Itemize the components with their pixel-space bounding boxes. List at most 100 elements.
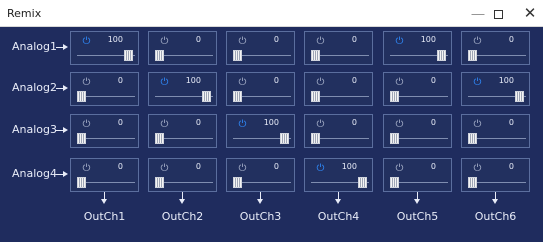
gain-cell: ⏻ 0 [70, 72, 139, 106]
gain-value: 0 [195, 35, 201, 44]
gain-value: 100 [185, 76, 201, 85]
gain-value: 0 [117, 76, 123, 85]
gain-cell: ⏻ 0 [226, 72, 295, 106]
slider-handle[interactable] [233, 91, 242, 102]
power-icon[interactable]: ⏻ [315, 77, 326, 88]
window-title: Remix [7, 7, 42, 20]
power-icon[interactable]: ⏻ [159, 77, 170, 88]
power-icon[interactable]: ⏻ [315, 163, 326, 174]
power-icon[interactable]: ⏻ [315, 36, 326, 47]
power-icon[interactable]: ⏻ [315, 119, 326, 130]
gain-cell: ⏻ 0 [148, 114, 217, 148]
slider-handle[interactable] [311, 133, 320, 144]
power-icon[interactable]: ⏻ [472, 36, 483, 47]
gain-value: 0 [430, 118, 436, 127]
down-arrow-icon [179, 192, 187, 204]
power-icon[interactable]: ⏻ [81, 119, 92, 130]
slider-handle[interactable] [311, 50, 320, 61]
slider-handle[interactable] [390, 133, 399, 144]
power-icon[interactable]: ⏻ [394, 119, 405, 130]
slider-handle[interactable] [358, 177, 367, 188]
right-arrow-icon [56, 170, 68, 180]
slider-handle[interactable] [280, 133, 289, 144]
slider-handle[interactable] [468, 177, 477, 188]
gain-cell: ⏻ 0 [304, 114, 373, 148]
gain-value: 0 [430, 162, 436, 171]
gain-value: 100 [420, 35, 436, 44]
power-icon[interactable]: ⏻ [472, 119, 483, 130]
power-icon[interactable]: ⏻ [394, 36, 405, 47]
remix-matrix: Analog1 ⏻ 100 ⏻ 0 ⏻ 0 ⏻ 0 ⏻ 100 ⏻ 0 Analog2 ⏻ 0 ⏻ 100 ⏻ 0 ⏻ 0… [3, 27, 540, 239]
gain-cell: ⏻ 0 [148, 158, 217, 192]
slider-handle[interactable] [390, 177, 399, 188]
gain-cell: ⏻ 0 [304, 31, 373, 65]
power-icon[interactable]: ⏻ [237, 77, 248, 88]
gain-cell: ⏻ 0 [70, 114, 139, 148]
power-icon[interactable]: ⏻ [81, 77, 92, 88]
gain-value: 0 [351, 118, 357, 127]
output-channel-label: OutCh1 [83, 210, 126, 223]
row-label-4: Analog4 [12, 167, 58, 180]
output-channel-label: OutCh5 [396, 210, 439, 223]
gain-cell: ⏻ 100 [148, 72, 217, 106]
slider-handle[interactable] [155, 133, 164, 144]
power-icon[interactable]: ⏻ [81, 36, 92, 47]
power-icon[interactable]: ⏻ [237, 36, 248, 47]
down-arrow-icon [414, 192, 422, 204]
slider-handle[interactable] [233, 177, 242, 188]
power-icon[interactable]: ⏻ [472, 77, 483, 88]
power-icon[interactable]: ⏻ [394, 77, 405, 88]
gain-cell: ⏻ 0 [148, 31, 217, 65]
close-button[interactable]: ✕ [510, 0, 543, 27]
power-icon[interactable]: ⏻ [394, 163, 405, 174]
slider-handle[interactable] [77, 91, 86, 102]
title-bar: Remix — ✕ [0, 0, 543, 27]
slider-handle[interactable] [155, 50, 164, 61]
output-channel-label: OutCh6 [474, 210, 517, 223]
gain-cell: ⏻ 0 [383, 158, 452, 192]
gain-value: 0 [508, 162, 514, 171]
right-arrow-icon [56, 84, 68, 94]
gain-value: 0 [508, 118, 514, 127]
power-icon[interactable]: ⏻ [237, 119, 248, 130]
gain-value: 0 [273, 76, 279, 85]
slider-handle[interactable] [77, 133, 86, 144]
slider-handle[interactable] [437, 50, 446, 61]
gain-value: 0 [117, 162, 123, 171]
gain-value: 0 [195, 118, 201, 127]
gain-value: 100 [341, 162, 357, 171]
gain-cell: ⏻ 0 [226, 158, 295, 192]
power-icon[interactable]: ⏻ [159, 36, 170, 47]
power-icon[interactable]: ⏻ [472, 163, 483, 174]
gain-value: 0 [117, 118, 123, 127]
slider-handle[interactable] [124, 50, 133, 61]
down-arrow-icon [335, 192, 343, 204]
right-arrow-icon [56, 43, 68, 53]
slider-handle[interactable] [202, 91, 211, 102]
gain-value: 100 [498, 76, 514, 85]
output-channel-label: OutCh2 [161, 210, 204, 223]
gain-cell: ⏻ 0 [70, 158, 139, 192]
slider-handle[interactable] [390, 91, 399, 102]
slider-handle[interactable] [468, 133, 477, 144]
slider-handle[interactable] [155, 177, 164, 188]
gain-cell: ⏻ 100 [383, 31, 452, 65]
gain-cell: ⏻ 0 [304, 72, 373, 106]
gain-cell: ⏻ 100 [304, 158, 373, 192]
slider-handle[interactable] [77, 177, 86, 188]
slider-handle[interactable] [311, 91, 320, 102]
slider-handle[interactable] [233, 50, 242, 61]
power-icon[interactable]: ⏻ [237, 163, 248, 174]
slider-handle[interactable] [468, 50, 477, 61]
power-icon[interactable]: ⏻ [159, 163, 170, 174]
gain-value: 100 [107, 35, 123, 44]
gain-value: 0 [195, 162, 201, 171]
slider-handle[interactable] [515, 91, 524, 102]
power-icon[interactable]: ⏻ [159, 119, 170, 130]
gain-cell: ⏻ 0 [226, 31, 295, 65]
power-icon[interactable]: ⏻ [81, 163, 92, 174]
gain-cell: ⏻ 0 [461, 114, 530, 148]
gain-cell: ⏻ 0 [383, 72, 452, 106]
down-arrow-icon [257, 192, 265, 204]
down-arrow-icon [492, 192, 500, 204]
